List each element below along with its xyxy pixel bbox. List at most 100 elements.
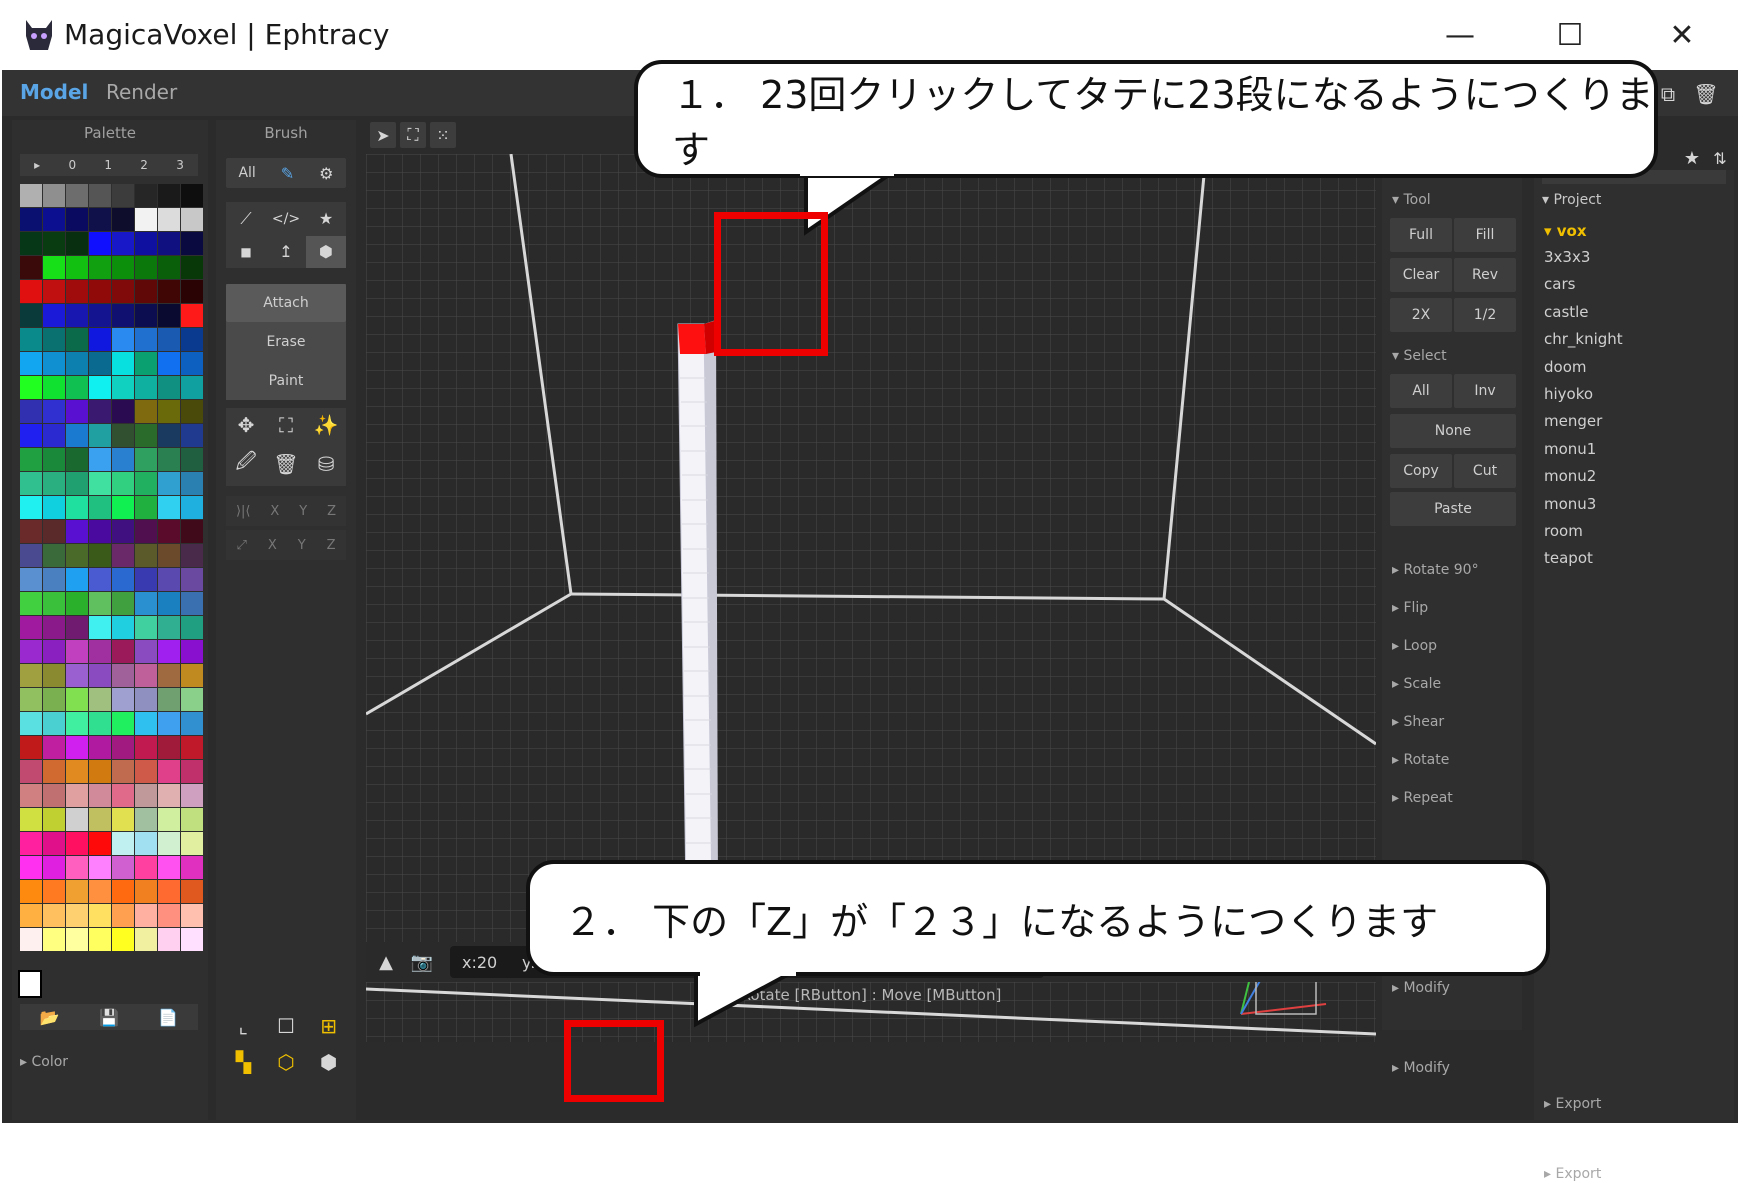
- palette-swatch[interactable]: [43, 832, 65, 855]
- palette-swatch[interactable]: [43, 568, 65, 591]
- palette-swatch[interactable]: [20, 592, 42, 615]
- palette-swatch[interactable]: [89, 376, 111, 399]
- palette-swatch[interactable]: [158, 664, 180, 687]
- palette-swatch[interactable]: [20, 832, 42, 855]
- palette-swatch[interactable]: [66, 424, 88, 447]
- palette-tab-3[interactable]: 3: [176, 158, 184, 172]
- export-section-label[interactable]: ▸ Export: [1544, 1096, 1601, 1112]
- palette-swatch[interactable]: [158, 592, 180, 615]
- palette-swatch[interactable]: [181, 616, 203, 639]
- code-icon[interactable]: </>: [266, 202, 306, 236]
- palette-swatch[interactable]: [20, 736, 42, 759]
- palette-swatch[interactable]: [181, 448, 203, 471]
- palette-swatch[interactable]: [66, 712, 88, 735]
- palette-swatch[interactable]: [43, 256, 65, 279]
- palette-swatch[interactable]: [112, 784, 134, 807]
- palette-swatch[interactable]: [158, 904, 180, 927]
- palette-swatch[interactable]: [135, 832, 157, 855]
- palette-swatch[interactable]: [43, 232, 65, 255]
- palette-swatch[interactable]: [158, 880, 180, 903]
- palette-swatch[interactable]: [112, 832, 134, 855]
- project-item[interactable]: castle: [1544, 303, 1623, 330]
- mirror-y[interactable]: Y: [299, 504, 307, 519]
- palette-swatch[interactable]: [181, 832, 203, 855]
- palette-swatch[interactable]: [135, 664, 157, 687]
- palette-swatch[interactable]: [158, 736, 180, 759]
- palette-swatch[interactable]: [135, 496, 157, 519]
- palette-swatch[interactable]: [20, 880, 42, 903]
- project-item[interactable]: monu1: [1544, 440, 1623, 467]
- palette-swatch[interactable]: [158, 688, 180, 711]
- reset-view-icon[interactable]: ↻: [1278, 948, 1304, 974]
- palette-swatch[interactable]: [66, 256, 88, 279]
- palette-swatch[interactable]: [43, 784, 65, 807]
- axis-x[interactable]: X: [268, 538, 277, 553]
- palette-swatch[interactable]: [135, 472, 157, 495]
- palette-swatch[interactable]: [181, 280, 203, 303]
- palette-swatch[interactable]: [43, 664, 65, 687]
- palette-swatch[interactable]: [66, 520, 88, 543]
- palette-swatch[interactable]: [158, 184, 180, 207]
- palette-swatch[interactable]: [43, 688, 65, 711]
- palette-swatch[interactable]: [66, 376, 88, 399]
- palette-swatch[interactable]: [66, 928, 88, 951]
- palette-swatch[interactable]: [43, 376, 65, 399]
- palette-swatch[interactable]: [66, 640, 88, 663]
- frame-view-icon[interactable]: ⧉: [1310, 948, 1336, 974]
- palette-tab-2[interactable]: 2: [140, 158, 148, 172]
- palette-swatch[interactable]: [66, 760, 88, 783]
- star-icon[interactable]: ★: [306, 202, 346, 236]
- palette-swatch[interactable]: [43, 424, 65, 447]
- palette-swatch[interactable]: [89, 544, 111, 567]
- palette-swatch[interactable]: [89, 856, 111, 879]
- palette-swatch[interactable]: [89, 880, 111, 903]
- palette-swatch[interactable]: [66, 232, 88, 255]
- palette-swatch[interactable]: [112, 328, 134, 351]
- folder-open-icon[interactable]: 📂: [40, 1008, 60, 1027]
- palette-swatch[interactable]: [181, 592, 203, 615]
- palette-swatch[interactable]: [112, 424, 134, 447]
- cut-button[interactable]: Cut: [1454, 454, 1516, 488]
- palette-swatch[interactable]: [135, 424, 157, 447]
- palette-swatch[interactable]: [20, 784, 42, 807]
- palette-swatch[interactable]: [89, 208, 111, 231]
- select-inv-button[interactable]: Inv: [1454, 374, 1516, 408]
- palette-swatch[interactable]: [158, 232, 180, 255]
- palette-swatch[interactable]: [66, 616, 88, 639]
- palette-swatch[interactable]: [43, 856, 65, 879]
- gear-icon[interactable]: ⚙: [319, 164, 333, 183]
- palette-swatch[interactable]: [112, 376, 134, 399]
- palette-swatch[interactable]: [89, 640, 111, 663]
- palette-swatch[interactable]: [89, 472, 111, 495]
- palette-swatch[interactable]: [158, 496, 180, 519]
- palette-swatch[interactable]: [89, 496, 111, 519]
- project-item[interactable]: chr_knight: [1544, 330, 1623, 357]
- palette-swatch[interactable]: [66, 664, 88, 687]
- palette-swatch[interactable]: [112, 232, 134, 255]
- project-item[interactable]: room: [1544, 522, 1623, 549]
- palette-swatch[interactable]: [112, 568, 134, 591]
- move-icon[interactable]: ✥: [226, 408, 266, 442]
- palette-swatch[interactable]: [158, 400, 180, 423]
- palette-swatch[interactable]: [89, 400, 111, 423]
- palette-swatch[interactable]: [135, 544, 157, 567]
- palette-swatch[interactable]: [158, 568, 180, 591]
- flip-section[interactable]: ▸ Flip: [1392, 600, 1428, 616]
- axis-y[interactable]: Y: [298, 538, 306, 553]
- palette-swatch[interactable]: [89, 736, 111, 759]
- palette-swatch[interactable]: [112, 520, 134, 543]
- palette-swatch[interactable]: [112, 736, 134, 759]
- palette-swatch[interactable]: [20, 808, 42, 831]
- palette-swatch[interactable]: [66, 904, 88, 927]
- palette-swatch[interactable]: [89, 688, 111, 711]
- palette-swatch[interactable]: [135, 280, 157, 303]
- palette-swatch[interactable]: [181, 352, 203, 375]
- project-current-folder[interactable]: ▾ vox: [1544, 222, 1587, 240]
- palette-swatch[interactable]: [66, 304, 88, 327]
- palette-swatch[interactable]: [89, 328, 111, 351]
- palette-swatch[interactable]: [20, 928, 42, 951]
- tool-half-button[interactable]: 1/2: [1454, 298, 1516, 332]
- tool-clear-button[interactable]: Clear: [1390, 258, 1452, 292]
- tool-full-button[interactable]: Full: [1390, 218, 1452, 252]
- palette-tab-0[interactable]: 0: [68, 158, 76, 172]
